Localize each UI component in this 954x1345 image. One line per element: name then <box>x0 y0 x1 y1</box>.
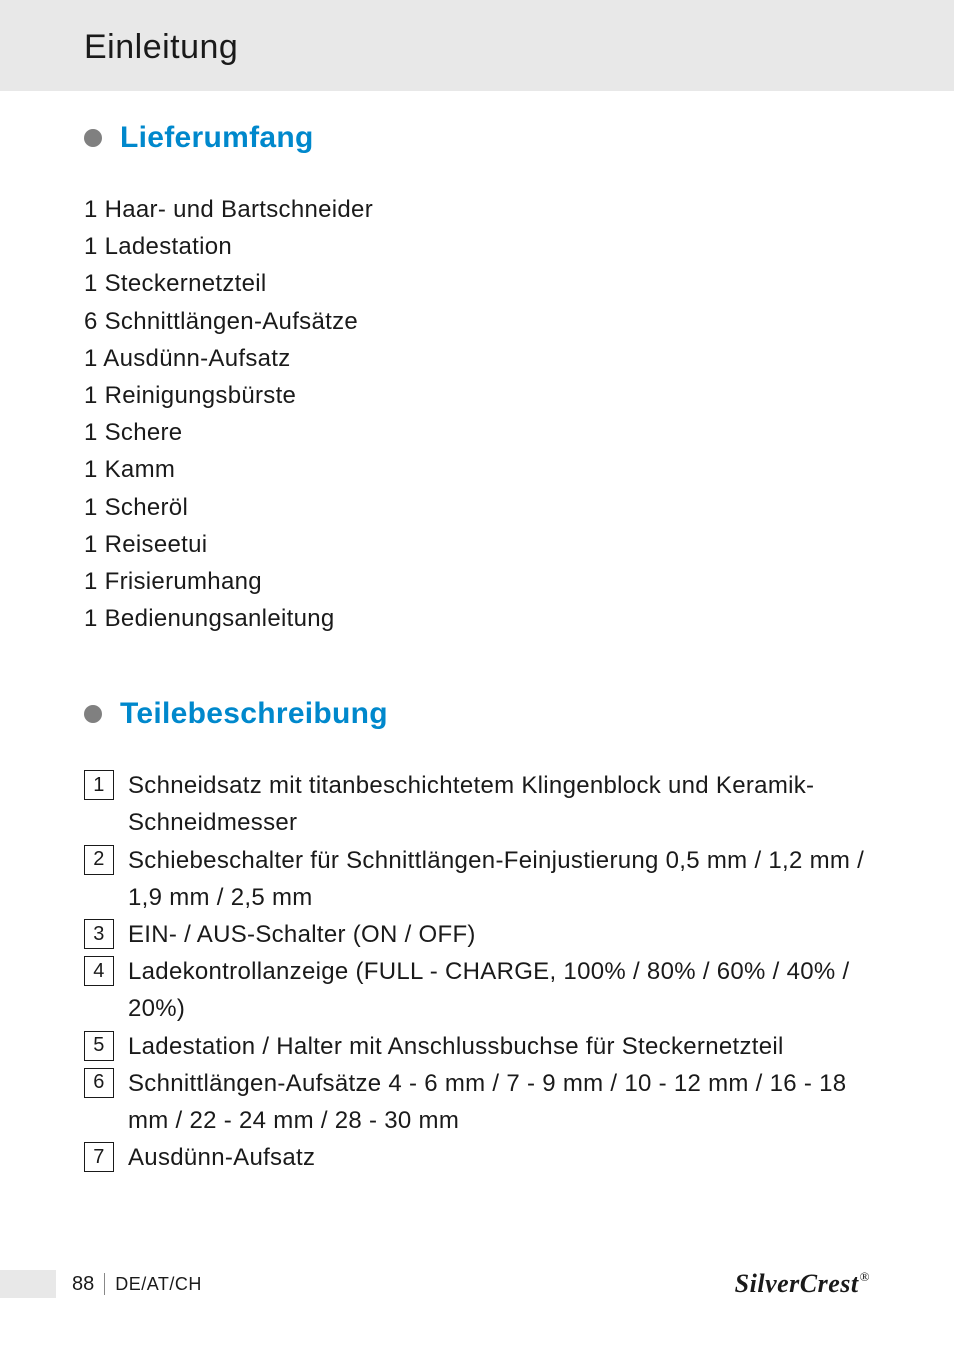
list-item: 1 Schere <box>84 414 870 451</box>
main-content: Lieferumfang 1 Haar- und Bartschneider 1… <box>0 91 954 1176</box>
parts-text: Schneidsatz mit titanbeschichtetem Kling… <box>128 767 870 841</box>
page-number: 88 <box>72 1273 94 1296</box>
bullet-icon <box>84 129 102 147</box>
list-item: 6 Schnittlängen-Aufsätze <box>84 303 870 340</box>
parts-item: 2 Schiebeschalter für Schnittlängen-Fein… <box>84 842 870 916</box>
parts-text: Schiebeschalter für Schnittlängen-Feinju… <box>128 842 870 916</box>
parts-item: 4 Ladekontrollanzeige (FULL - CHARGE, 10… <box>84 953 870 1027</box>
number-box: 1 <box>84 770 114 800</box>
number-box: 6 <box>84 1068 114 1098</box>
parts-text: Ladekontrollanzeige (FULL - CHARGE, 100%… <box>128 953 870 1027</box>
brand-logo: SilverCrest® <box>735 1269 870 1299</box>
footer: 88 DE/AT/CH SilverCrest® <box>0 1269 954 1299</box>
section-heading-delivery: Lieferumfang <box>84 121 870 155</box>
list-item: 1 Reinigungsbürste <box>84 377 870 414</box>
list-item: 1 Bedienungsanleitung <box>84 600 870 637</box>
parts-item: 5 Ladestation / Halter mit Anschlussbuch… <box>84 1028 870 1065</box>
parts-text: EIN- / AUS-Schalter (ON / OFF) <box>128 916 870 953</box>
number-box: 3 <box>84 919 114 949</box>
list-item: 1 Frisierumhang <box>84 563 870 600</box>
parts-item: 7 Ausdünn-Aufsatz <box>84 1139 870 1176</box>
parts-text: Ladestation / Halter mit Anschlussbuchse… <box>128 1028 870 1065</box>
footer-left: 88 DE/AT/CH <box>0 1270 202 1298</box>
parts-text: Schnittlängen-Aufsätze 4 - 6 mm / 7 - 9 … <box>128 1065 870 1139</box>
parts-item: 1 Schneidsatz mit titanbeschichtetem Kli… <box>84 767 870 841</box>
section-heading-parts: Teilebeschreibung <box>84 697 870 731</box>
list-item: 1 Haar- und Bartschneider <box>84 191 870 228</box>
brand-text: SilverCrest <box>735 1269 859 1298</box>
section-title-parts: Teilebeschreibung <box>120 697 388 731</box>
registered-icon: ® <box>860 1269 870 1284</box>
parts-text: Ausdünn-Aufsatz <box>128 1139 870 1176</box>
section-title-delivery: Lieferumfang <box>120 121 314 155</box>
number-box: 2 <box>84 845 114 875</box>
parts-item: 3 EIN- / AUS-Schalter (ON / OFF) <box>84 916 870 953</box>
page-title: Einleitung <box>84 28 954 67</box>
parts-item: 6 Schnittlängen-Aufsätze 4 - 6 mm / 7 - … <box>84 1065 870 1139</box>
separator-icon <box>104 1273 105 1295</box>
header-bar: Einleitung <box>0 0 954 91</box>
list-item: 1 Reiseetui <box>84 526 870 563</box>
bullet-icon <box>84 705 102 723</box>
delivery-list: 1 Haar- und Bartschneider 1 Ladestation … <box>84 191 870 637</box>
list-item: 1 Scheröl <box>84 489 870 526</box>
list-item: 1 Ausdünn-Aufsatz <box>84 340 870 377</box>
list-item: 1 Steckernetzteil <box>84 265 870 302</box>
page-tab <box>0 1270 56 1298</box>
number-box: 4 <box>84 956 114 986</box>
parts-list: 1 Schneidsatz mit titanbeschichtetem Kli… <box>84 767 870 1176</box>
list-item: 1 Kamm <box>84 451 870 488</box>
list-item: 1 Ladestation <box>84 228 870 265</box>
number-box: 7 <box>84 1142 114 1172</box>
number-box: 5 <box>84 1031 114 1061</box>
page-region: DE/AT/CH <box>115 1274 202 1295</box>
